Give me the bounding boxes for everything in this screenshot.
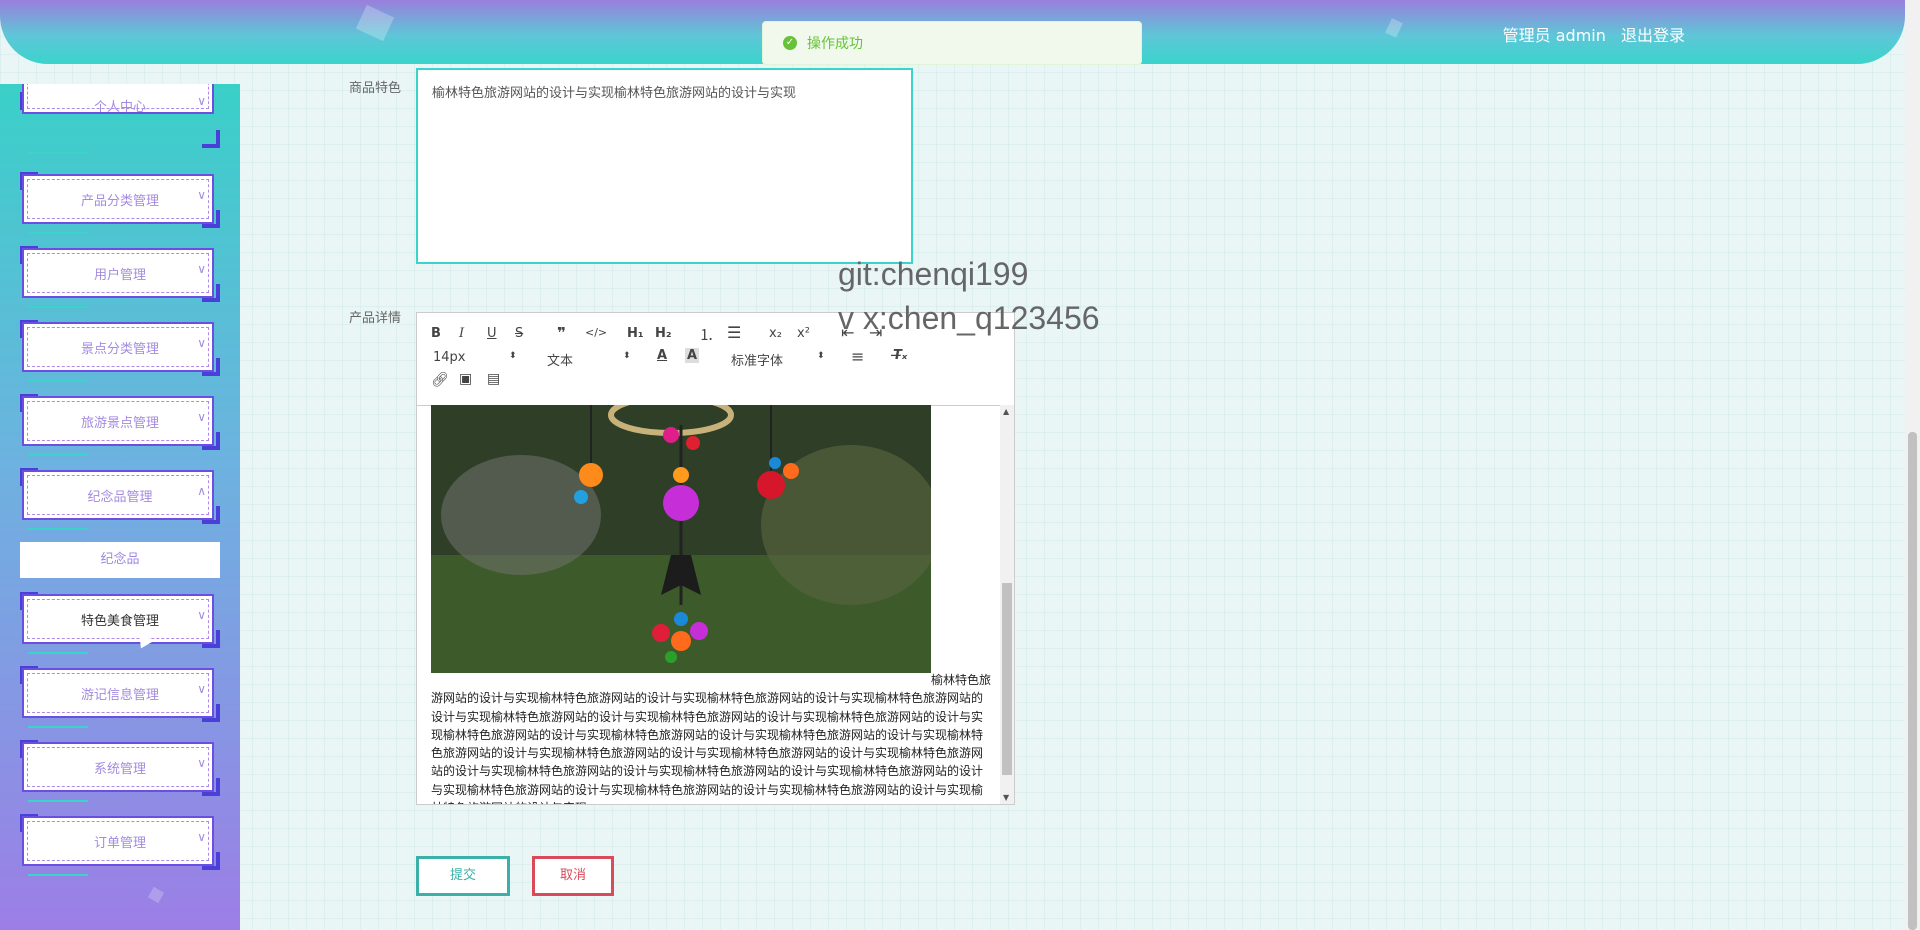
superscript-icon[interactable]: x²	[797, 326, 810, 341]
updown-icon: ⬍	[509, 351, 517, 361]
link-icon[interactable]: 🔗︎	[431, 372, 449, 388]
sidebar-item-label: 产品分类管理	[80, 194, 159, 209]
sidebar-item-system[interactable]: 系统管理 ∨	[20, 740, 220, 802]
sidebar-item-label: 用户管理	[93, 268, 146, 283]
sidebar-item-spot-category[interactable]: 景点分类管理 ∨	[20, 320, 220, 382]
sidebar-item-label: 系统管理	[93, 762, 146, 777]
chevron-down-icon: ∨	[197, 94, 206, 108]
sidebar-decoration	[147, 886, 165, 904]
bullet-list-icon[interactable]: ☰	[727, 323, 741, 342]
user-area: 管理员 admin 退出登录	[1493, 22, 1685, 46]
sidebar-item-label: 特色美食管理	[80, 614, 159, 629]
code-block-icon[interactable]: </>	[585, 326, 607, 339]
chevron-up-icon: ∧	[197, 484, 206, 498]
italic-icon[interactable]: I	[459, 326, 464, 341]
font-size-value: 14px	[433, 350, 466, 365]
subscript-icon[interactable]: x₂	[769, 326, 782, 341]
success-toast: ✓ 操作成功	[762, 21, 1142, 65]
cancel-button[interactable]: 取消	[532, 856, 614, 896]
underline-icon[interactable]: U	[487, 326, 497, 341]
image-icon[interactable]: ▣	[459, 371, 472, 387]
font-size-select[interactable]: 14px ⬍	[433, 350, 517, 365]
sidebar-item-souvenirs[interactable]: 纪念品管理 ∧	[20, 468, 220, 530]
submit-button[interactable]: 提交	[416, 856, 510, 896]
page-scrollbar-thumb[interactable]	[1908, 432, 1917, 930]
sidebar-item-label: 景点分类管理	[80, 342, 159, 357]
video-icon[interactable]: ▤	[487, 371, 500, 387]
scrollbar-thumb[interactable]	[1002, 583, 1012, 775]
chevron-down-icon: ∨	[197, 608, 206, 622]
sidebar-item-local-food[interactable]: 特色美食管理 ∨	[20, 592, 220, 654]
watermark-line2: v x:chen_q123456	[838, 300, 1100, 336]
sidebar: 个人中心 ∨ 产品分类管理 ∨ 用户管理 ∨ 景点分类管理 ∨ 旅游景点管理 ∨…	[0, 84, 240, 930]
updown-icon: ⬍	[623, 351, 631, 361]
scroll-down-icon[interactable]: ▼	[1003, 793, 1009, 802]
sidebar-item-label: 旅游景点管理	[80, 416, 159, 431]
heading2-icon[interactable]: H₂	[655, 326, 672, 341]
chevron-down-icon: ∨	[197, 410, 206, 424]
bold-icon[interactable]: B	[431, 326, 441, 341]
background-color-icon[interactable]: A	[685, 348, 700, 363]
souvenir-photo	[431, 405, 931, 673]
heading1-icon[interactable]: H₁	[627, 326, 644, 341]
strikethrough-icon[interactable]: S	[515, 326, 523, 341]
chevron-down-icon: ∨	[197, 262, 206, 276]
text-type-select[interactable]: 文本 ⬍	[547, 350, 631, 369]
editor-scrollbar[interactable]: ▲ ▼	[1000, 405, 1014, 804]
sidebar-item-label: 个人中心	[93, 100, 146, 115]
page-scrollbar[interactable]	[1905, 0, 1920, 930]
align-left-icon[interactable]: ≡	[851, 347, 864, 366]
clear-format-icon[interactable]: T̶ₓ	[893, 348, 907, 363]
check-circle-icon: ✓	[783, 36, 797, 50]
text-type-value: 文本	[547, 354, 574, 369]
chevron-down-icon: ∨	[197, 188, 206, 202]
sidebar-item-personal-center[interactable]: 个人中心 ∨	[20, 84, 220, 154]
editor-content[interactable]: 榆林特色旅游网站的设计与实现榆林特色旅游网站的设计与实现榆林特色旅游网站的设计与…	[417, 405, 1014, 804]
font-color-icon[interactable]: A	[657, 348, 667, 363]
sidebar-item-label: 纪念品管理	[87, 490, 153, 505]
blockquote-icon[interactable]: ❞	[557, 324, 566, 342]
scroll-up-icon[interactable]: ▲	[1003, 407, 1009, 416]
toast-message: 操作成功	[807, 36, 863, 52]
feature-textarea[interactable]	[416, 68, 913, 264]
user-label: 管理员 admin	[1502, 26, 1606, 45]
feature-label: 商品特色	[349, 81, 402, 96]
font-family-value: 标准字体	[731, 354, 784, 369]
ordered-list-icon[interactable]: ⒈	[699, 324, 714, 345]
font-family-select[interactable]: 标准字体 ⬍	[731, 350, 825, 369]
logout-link[interactable]: 退出登录	[1621, 26, 1685, 45]
detail-label: 产品详情	[349, 311, 402, 326]
chevron-down-icon: ∨	[197, 336, 206, 350]
sidebar-item-product-category[interactable]: 产品分类管理 ∨	[20, 172, 220, 234]
sidebar-item-orders[interactable]: 订单管理 ∨	[20, 814, 220, 876]
sidebar-item-label: 游记信息管理	[80, 688, 159, 703]
sidebar-item-travel-notes[interactable]: 游记信息管理 ∨	[20, 666, 220, 728]
chevron-down-icon: ∨	[197, 830, 206, 844]
submenu-item-souvenir[interactable]: 纪念品	[20, 542, 220, 578]
editor-body-text: 榆林特色旅游网站的设计与实现榆林特色旅游网站的设计与实现榆林特色旅游网站的设计与…	[431, 673, 992, 804]
sidebar-item-label: 订单管理	[93, 836, 146, 851]
chevron-down-icon: ∨	[197, 756, 206, 770]
watermark-line1: git:chenqi199	[838, 256, 1029, 292]
updown-icon: ⬍	[817, 351, 825, 361]
sidebar-item-tourist-spots[interactable]: 旅游景点管理 ∨	[20, 394, 220, 456]
header-decoration	[355, 4, 395, 42]
header-decoration	[1385, 18, 1403, 38]
rich-text-editor: B I U S ❞ </> H₁ H₂ ⒈ ☰ x₂ x² ⇤ ⇥ 14px ⬍…	[416, 312, 1015, 805]
chevron-down-icon: ∨	[197, 682, 206, 696]
sidebar-item-users[interactable]: 用户管理 ∨	[20, 246, 220, 308]
